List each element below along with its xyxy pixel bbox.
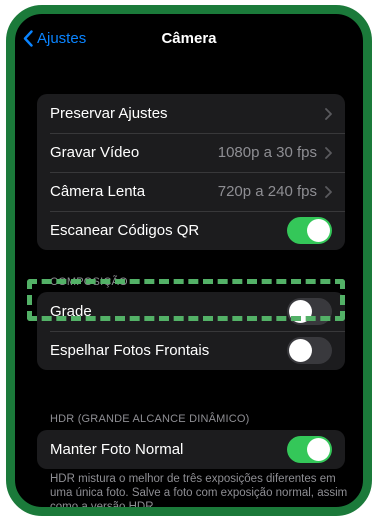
row-label: Escanear Códigos QR [50, 222, 200, 239]
row-gravar-video[interactable]: Gravar Vídeo 1080p a 30 fps [37, 133, 345, 172]
row-espelhar-fotos-frontais: Espelhar Fotos Frontais [37, 331, 345, 370]
qr-scan-toggle[interactable] [287, 217, 332, 244]
toggle-knob [289, 300, 312, 323]
row-camera-lenta[interactable]: Câmera Lenta 720p a 240 fps [37, 172, 345, 211]
row-label: Espelhar Fotos Frontais [50, 342, 210, 359]
chevron-right-icon [325, 146, 332, 159]
row-label: Gravar Vídeo [50, 144, 140, 161]
row-label: Câmera Lenta [50, 183, 146, 200]
keep-normal-photo-toggle[interactable] [287, 436, 332, 463]
mirror-front-photos-toggle[interactable] [287, 337, 332, 364]
section-header-composicao: COMPOSIÇÃO [50, 276, 128, 288]
row-value: 1080p a 30 fps [217, 144, 317, 161]
toggle-knob [307, 219, 330, 242]
row-preservar-ajustes[interactable]: Preservar Ajustes [37, 94, 345, 133]
row-label: Preservar Ajustes [50, 105, 168, 122]
phone-screen: Ajustes Câmera Preservar Ajustes Gravar … [6, 5, 372, 516]
grid-toggle[interactable] [287, 298, 332, 325]
row-label: Grade [50, 303, 92, 320]
settings-group-general: Preservar Ajustes Gravar Vídeo 1080p a 3… [37, 94, 345, 250]
row-label: Manter Foto Normal [50, 441, 184, 458]
toggle-knob [307, 438, 330, 461]
section-header-hdr: HDR (GRANDE ALCANCE DINÂMICO) [50, 413, 250, 425]
row-grade: Grade [37, 292, 345, 331]
row-value: 720p a 240 fps [217, 183, 317, 200]
toggle-knob [289, 339, 312, 362]
settings-group-composicao: Grade Espelhar Fotos Frontais [37, 292, 345, 370]
hdr-footer-note: HDR mistura o melhor de três exposições … [50, 473, 348, 513]
screenshot-frame: Ajustes Câmera Preservar Ajustes Gravar … [0, 0, 379, 522]
row-manter-foto-normal: Manter Foto Normal [37, 430, 345, 469]
row-escanear-codigos-qr: Escanear Códigos QR [37, 211, 345, 250]
chevron-right-icon [325, 107, 332, 120]
chevron-right-icon [325, 185, 332, 198]
page-title: Câmera [161, 30, 217, 47]
navigation-bar: Ajustes Câmera [15, 14, 363, 60]
settings-group-hdr: Manter Foto Normal [37, 430, 345, 469]
